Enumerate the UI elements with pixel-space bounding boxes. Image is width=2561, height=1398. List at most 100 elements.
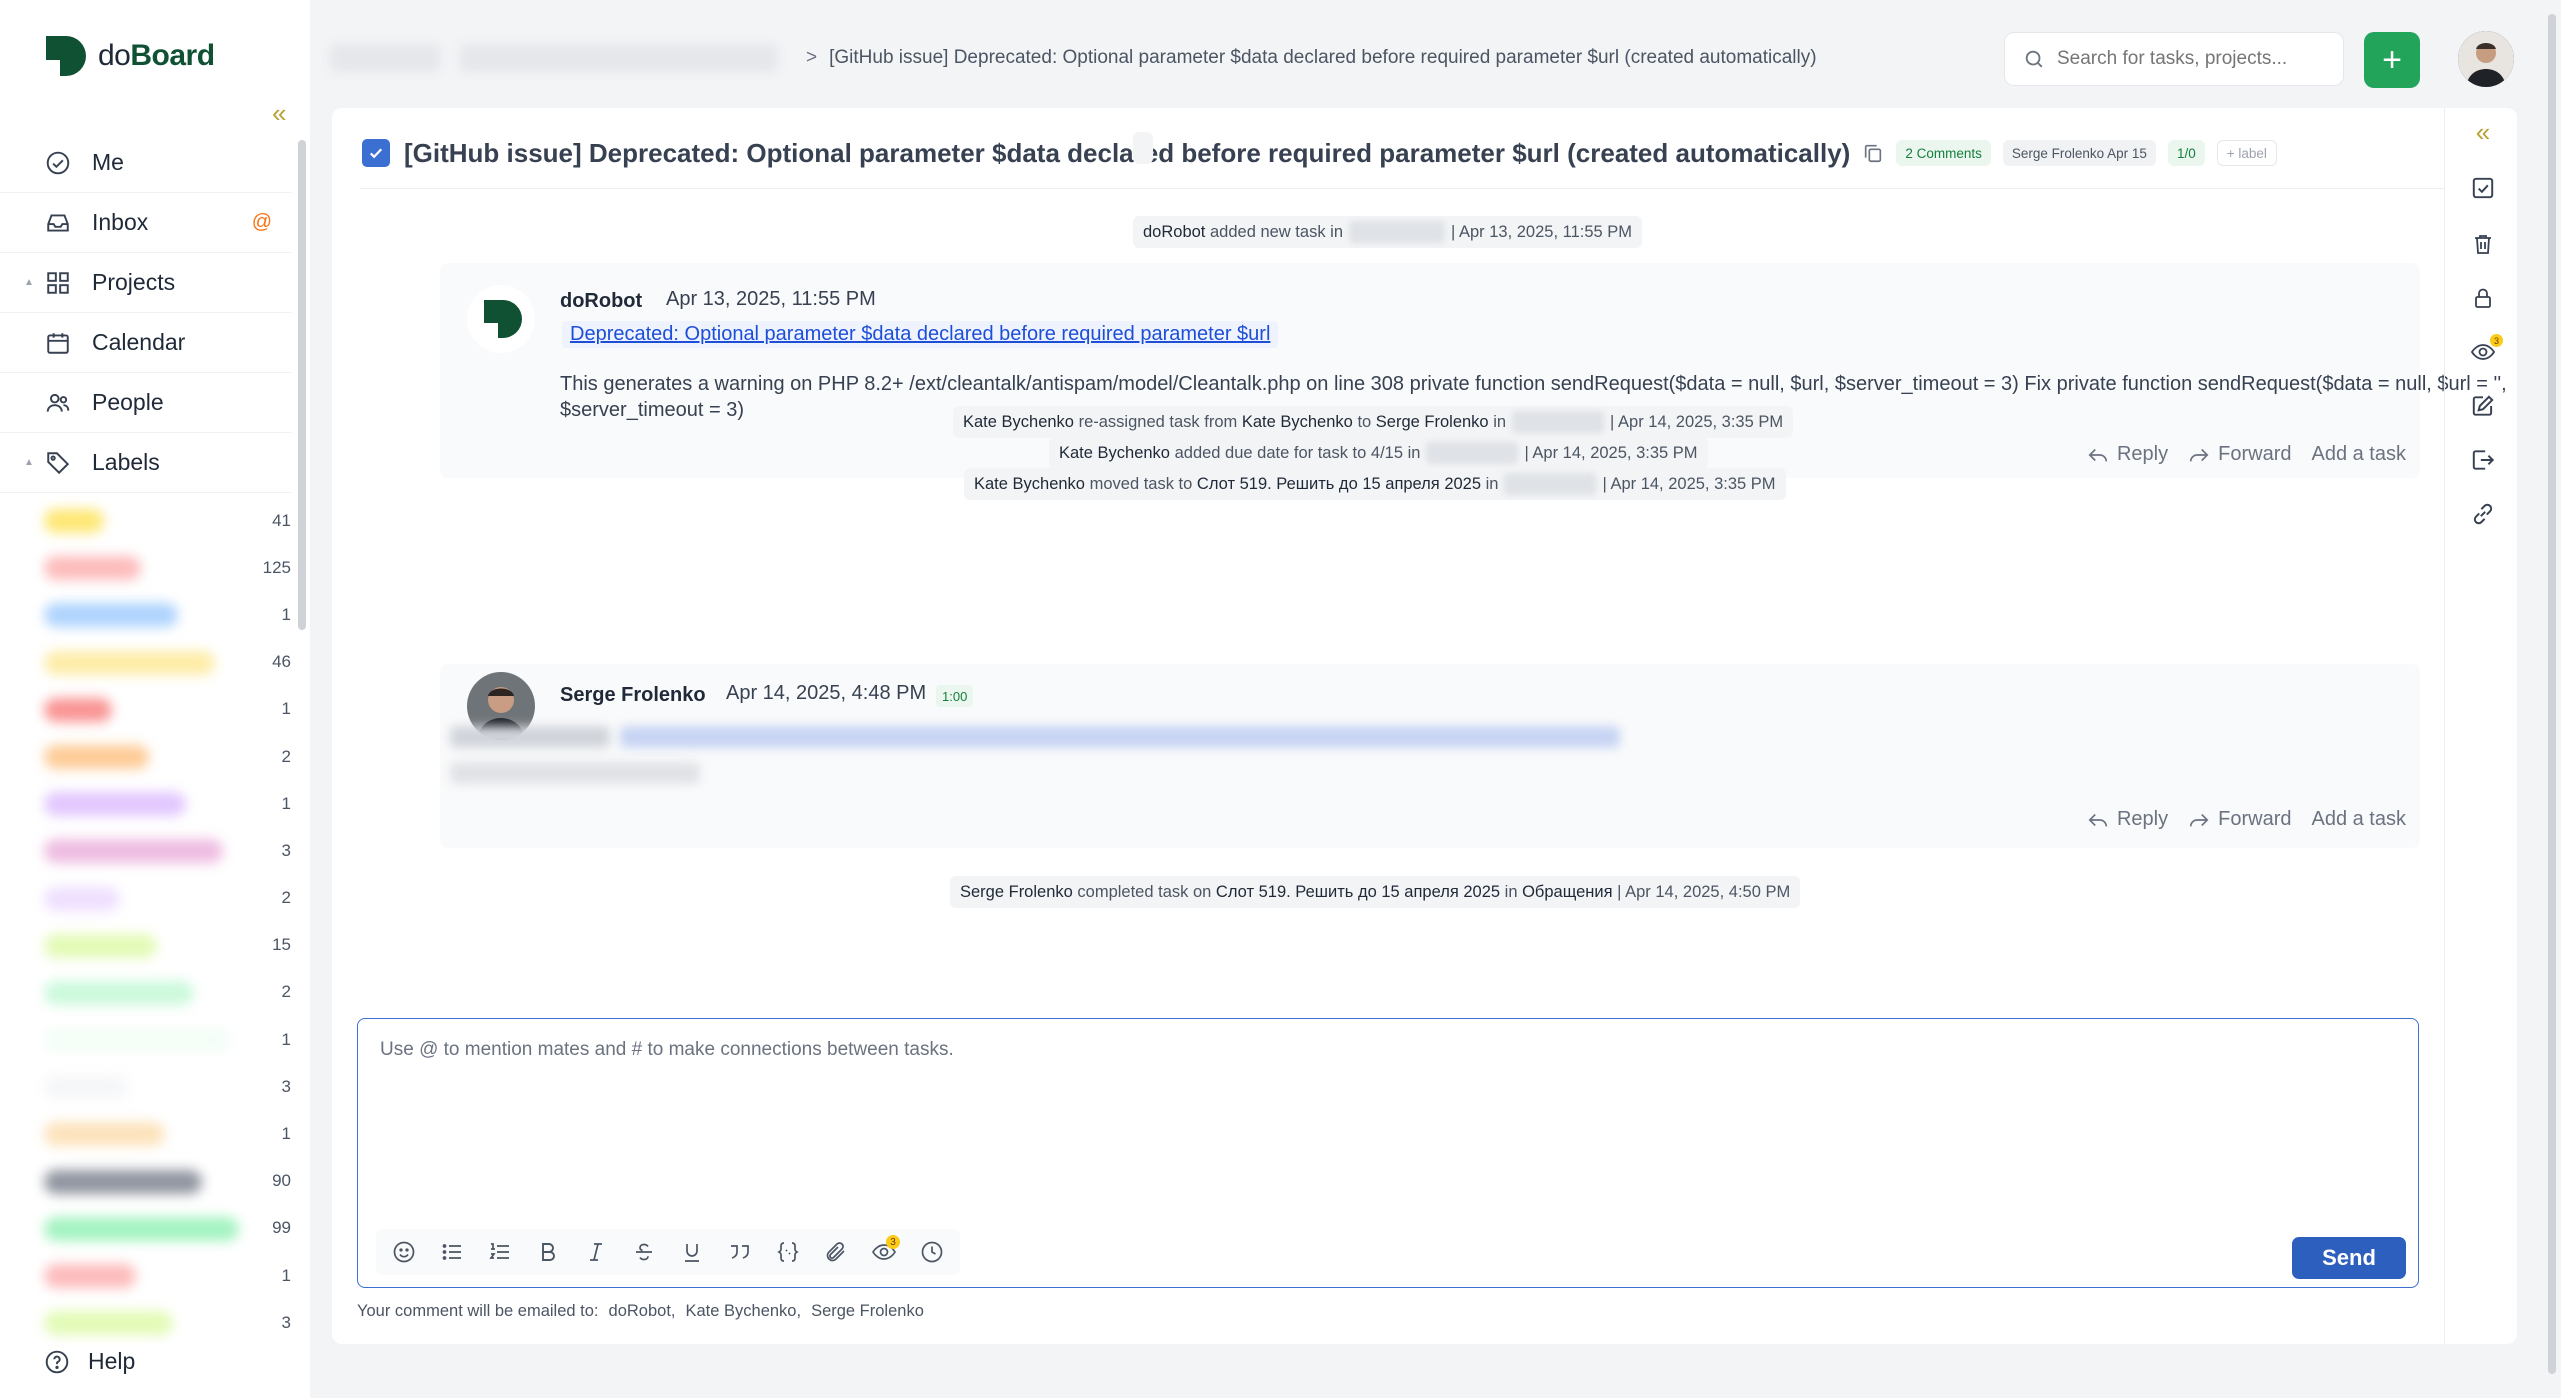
logo-text: doBoard bbox=[98, 39, 215, 72]
watch-eye-icon[interactable]: 3 bbox=[2469, 334, 2503, 366]
activity-completed: Serge Frolenko completed task on Слот 51… bbox=[950, 876, 1801, 908]
sidebar-item-calendar[interactable]: Calendar bbox=[0, 313, 292, 373]
task-title[interactable]: [GitHub issue] Deprecated: Optional para… bbox=[404, 138, 1850, 169]
sidebar-item-people[interactable]: People bbox=[0, 373, 292, 433]
bullet-list-icon[interactable] bbox=[430, 1233, 474, 1271]
trash-icon[interactable] bbox=[2469, 230, 2497, 258]
edit-icon[interactable] bbox=[2469, 392, 2497, 420]
app-logo[interactable]: doBoard bbox=[44, 34, 215, 78]
sidebar-scrollbar[interactable] bbox=[298, 140, 306, 630]
quote-icon[interactable] bbox=[718, 1233, 762, 1271]
forward-button[interactable]: Forward bbox=[2188, 808, 2291, 831]
add-task-from-comment-button[interactable]: Add a task bbox=[2311, 808, 2406, 831]
label-item[interactable]: 3 bbox=[36, 1299, 291, 1346]
label-item[interactable]: 1 bbox=[36, 1252, 291, 1299]
activity-actor[interactable]: Kate Bychenko bbox=[1059, 444, 1170, 463]
bold-icon[interactable] bbox=[526, 1233, 570, 1271]
code-block-icon[interactable] bbox=[766, 1233, 810, 1271]
activity-actor[interactable]: doRobot bbox=[1143, 223, 1205, 242]
add-task-button[interactable]: + bbox=[2364, 32, 2420, 88]
task-complete-checkbox[interactable] bbox=[362, 139, 390, 167]
lock-icon[interactable] bbox=[2469, 284, 2497, 312]
link-icon[interactable] bbox=[2469, 500, 2497, 528]
github-issue-link[interactable]: Deprecated: Optional parameter $data dec… bbox=[562, 321, 1279, 348]
numbered-list-icon[interactable] bbox=[478, 1233, 522, 1271]
italic-icon[interactable] bbox=[574, 1233, 618, 1271]
page-scrollbar-thumb[interactable] bbox=[2548, 14, 2556, 1374]
label-item[interactable]: 99 bbox=[36, 1205, 291, 1252]
search-input[interactable] bbox=[2057, 48, 2327, 70]
label-item[interactable]: 2 bbox=[36, 733, 291, 780]
forward-icon bbox=[2190, 448, 2209, 462]
emoji-icon[interactable] bbox=[382, 1233, 426, 1271]
label-item[interactable]: 1 bbox=[36, 1016, 291, 1063]
comment-author[interactable]: doRobot bbox=[560, 290, 642, 313]
clock-icon[interactable] bbox=[910, 1233, 954, 1271]
check-circle-icon bbox=[44, 149, 72, 177]
search-box[interactable] bbox=[2004, 32, 2344, 86]
expand-caret-icon[interactable]: ▲ bbox=[24, 457, 34, 468]
label-item[interactable]: 46 bbox=[36, 639, 291, 686]
reply-button[interactable]: Reply bbox=[2087, 808, 2168, 831]
redacted-text bbox=[450, 726, 610, 748]
label-item[interactable]: 1 bbox=[36, 1110, 291, 1157]
label-item[interactable]: 3 bbox=[36, 1063, 291, 1110]
label-item[interactable]: 41 bbox=[36, 497, 291, 544]
add-label-chip[interactable]: + label bbox=[2216, 140, 2277, 166]
page-scrollbar[interactable] bbox=[2546, 0, 2558, 1398]
label-item[interactable]: 2 bbox=[36, 875, 291, 922]
redacted-project bbox=[1349, 221, 1445, 243]
underline-icon[interactable] bbox=[670, 1233, 714, 1271]
add-task-from-comment-button[interactable]: Add a task bbox=[2311, 443, 2406, 466]
strikethrough-icon[interactable] bbox=[622, 1233, 666, 1271]
reply-button[interactable]: Reply bbox=[2087, 443, 2168, 466]
forward-button[interactable]: Forward bbox=[2188, 443, 2291, 466]
sidebar-item-me[interactable]: Me bbox=[0, 133, 292, 193]
help-circle-icon bbox=[45, 1350, 69, 1373]
assignee-due-chip[interactable]: Serge Frolenko Apr 15 bbox=[2002, 140, 2156, 166]
copy-icon[interactable] bbox=[1862, 142, 1884, 164]
label-count: 1 bbox=[281, 699, 291, 719]
comment-composer[interactable]: Use @ to mention mates and # to make con… bbox=[357, 1018, 2419, 1288]
label-item[interactable]: 1 bbox=[36, 686, 291, 733]
activity-actor[interactable]: Kate Bychenko bbox=[963, 413, 1074, 432]
move-out-icon[interactable] bbox=[2469, 446, 2497, 474]
recipient[interactable]: Kate Bychenko, bbox=[685, 1302, 801, 1320]
sidebar-item-labels[interactable]: ▲ Labels bbox=[0, 433, 292, 493]
recipient[interactable]: doRobot, bbox=[609, 1302, 676, 1320]
breadcrumb-project[interactable] bbox=[460, 44, 778, 72]
activity-actor[interactable]: Kate Bychenko bbox=[974, 475, 1085, 494]
activity-actor[interactable]: Serge Frolenko bbox=[960, 883, 1073, 902]
recipient[interactable]: Serge Frolenko bbox=[811, 1302, 924, 1320]
checklist-icon[interactable] bbox=[2469, 174, 2497, 202]
label-color-swatch bbox=[44, 886, 120, 911]
forward-icon bbox=[2190, 813, 2209, 827]
label-item[interactable]: 2 bbox=[36, 969, 291, 1016]
label-item[interactable]: 3 bbox=[36, 827, 291, 874]
collapse-rail-icon[interactable]: « bbox=[2469, 117, 2497, 147]
label-item[interactable]: 90 bbox=[36, 1158, 291, 1205]
comments-count-chip[interactable]: 2 Comments bbox=[1896, 140, 1991, 166]
label-item[interactable]: 125 bbox=[36, 544, 291, 591]
reply-icon bbox=[2088, 813, 2108, 827]
sidebar-item-projects[interactable]: ▲ Projects bbox=[0, 253, 292, 313]
help-link[interactable]: Help bbox=[44, 1348, 135, 1375]
checklist-chip[interactable]: 1/0 bbox=[2167, 140, 2205, 166]
sidebar-item-inbox[interactable]: Inbox @ bbox=[0, 193, 292, 253]
comment-author[interactable]: Serge Frolenko bbox=[560, 684, 706, 707]
label-count: 1 bbox=[281, 793, 291, 813]
time-spent-badge[interactable]: 1:00 bbox=[936, 685, 974, 707]
avatar[interactable] bbox=[467, 285, 535, 353]
watchers-eye-icon[interactable]: 3 bbox=[862, 1233, 906, 1271]
label-item[interactable]: 15 bbox=[36, 922, 291, 969]
label-item[interactable]: 1 bbox=[36, 591, 291, 638]
activity-reassigned: Kate Bychenko re-assigned task from Kate… bbox=[953, 406, 1794, 438]
expand-caret-icon[interactable]: ▲ bbox=[24, 277, 34, 288]
send-button[interactable]: Send bbox=[2292, 1237, 2406, 1279]
collapse-sidebar-icon[interactable]: « bbox=[272, 100, 286, 126]
breadcrumb-workspace[interactable] bbox=[330, 44, 440, 72]
attachment-icon[interactable] bbox=[814, 1233, 858, 1271]
user-avatar[interactable] bbox=[2458, 31, 2514, 87]
label-item[interactable]: 1 bbox=[36, 780, 291, 827]
breadcrumb-title: [GitHub issue] Deprecated: Optional para… bbox=[829, 47, 1817, 68]
